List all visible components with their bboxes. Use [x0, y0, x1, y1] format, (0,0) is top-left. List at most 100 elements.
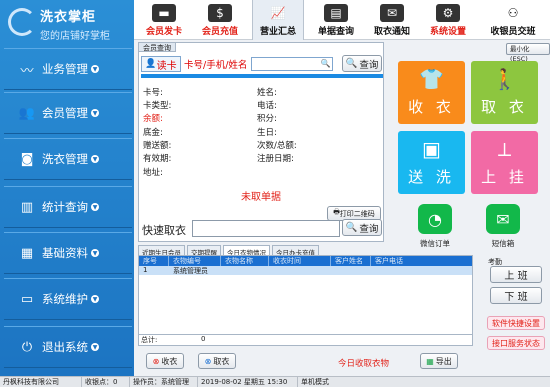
total-label: 总计:: [141, 336, 158, 344]
chevron-down-icon: ▼: [91, 65, 99, 73]
status-bar: 丹枫科技有限公司 收银点：0 操作员：系统管理员 2019-08-02 星期五 …: [0, 376, 550, 387]
export-icon: ▦: [426, 356, 434, 366]
member-search-input[interactable]: 🔍: [251, 57, 334, 71]
table-cell: 系统管理员: [173, 267, 208, 275]
user-icon: 👤: [145, 59, 157, 69]
clock-out-button[interactable]: 下 班: [490, 287, 542, 304]
panel-tab[interactable]: 会员查询: [139, 43, 176, 52]
sms-icon: ✉: [486, 204, 520, 234]
status-received: 收银点：0: [82, 376, 130, 387]
tab-due-reminder[interactable]: 交期提醒: [187, 245, 221, 257]
toolbar-cashier-handover-button[interactable]: ⚇ 收银员交班: [480, 0, 546, 40]
chevron-down-icon: ▼: [91, 343, 99, 351]
interface-service-status-link[interactable]: 接口服务状态: [487, 336, 545, 350]
read-card-button[interactable]: 👤 读卡: [141, 56, 181, 72]
sidebar-item-basic-data[interactable]: ▦ 基础资料 ▼: [4, 232, 132, 274]
member-query-button[interactable]: 🔍 查询: [342, 55, 382, 72]
column-header[interactable]: 衣物编号: [169, 256, 221, 266]
total-value: 0: [201, 335, 206, 343]
sidebar-item-business[interactable]: 〰 业务管理 ▼: [4, 48, 132, 90]
toolbar-receipt-query-button[interactable]: ▤ 单据查询: [310, 0, 362, 40]
trend-chart-icon: 〰: [20, 63, 34, 79]
column-header[interactable]: 衣物名称: [221, 256, 269, 266]
sidebar-item-label: 退出系统: [42, 340, 88, 354]
tab-recent-birthdays[interactable]: 近期生日会员: [138, 245, 185, 257]
field-base-amount: 底金:: [143, 128, 163, 138]
washing-machine-icon: ◙: [20, 151, 34, 167]
tile-label: 取 衣: [481, 98, 528, 116]
toolbar-settings-button[interactable]: ⚙ 系统设置: [422, 0, 474, 40]
quick-pickup-label: 快速取衣: [142, 224, 186, 237]
document-search-icon: ▤: [324, 4, 348, 22]
sidebar-item-washing[interactable]: ◙ 洗衣管理 ▼: [4, 138, 132, 180]
tab-today-cards-recharge[interactable]: 今日办卡充值: [272, 245, 319, 257]
table-total-row: 总计: 0: [139, 334, 472, 344]
card-icon: ▬: [152, 4, 176, 22]
pickup-clothes-button[interactable]: ⊗ 取衣: [198, 353, 236, 369]
status-operator: 操作员：系统管理员: [130, 376, 198, 387]
sidebar-item-label: 洗衣管理: [42, 152, 88, 166]
app-title: 洗衣掌柜: [40, 10, 97, 25]
receive-icon: ⊗: [152, 356, 160, 366]
quick-pickup-input[interactable]: [192, 220, 340, 237]
sms-box-button[interactable]: ✉ 短信箱: [480, 204, 526, 249]
receive-clothes-button[interactable]: ⊗ 收衣: [146, 353, 184, 369]
toolbar-summary-button[interactable]: 📈 营业汇总: [252, 0, 304, 40]
sidebar-item-statistics[interactable]: ▥ 统计查询 ▼: [4, 186, 132, 228]
software-shortcut-settings-link[interactable]: 软件快捷设置: [487, 316, 545, 330]
pickup-person-icon: 🚶: [492, 67, 517, 91]
power-icon: ⏻: [21, 339, 33, 355]
sidebar-item-maintenance[interactable]: ▭ 系统维护 ▼: [4, 278, 132, 320]
line-chart-icon: 📈: [270, 6, 286, 20]
clothes-icon: 👕: [419, 67, 444, 91]
tile-pickup-clothes[interactable]: 🚶 取 衣: [471, 61, 538, 124]
sidebar-item-label: 系统维护: [42, 292, 88, 306]
print-qr-label: 打印二维码: [339, 209, 375, 218]
sidebar-item-members[interactable]: 👥 会员管理 ▼: [4, 92, 132, 134]
toolbar-label: 收银员交班: [490, 27, 536, 37]
pickup-icon: ⊗: [204, 356, 212, 366]
tile-hang-up[interactable]: ⟂ 上 挂: [471, 131, 538, 194]
bottom-actions: ⊗ 收衣 ⊗ 取衣 今日收取衣物 ▦ 导出: [138, 350, 470, 372]
search-icon: 🔍: [345, 58, 358, 69]
bar-chart-icon: ▥: [20, 199, 34, 215]
tab-today-clothes[interactable]: 今日衣物情况: [223, 245, 270, 257]
read-card-label: 读卡: [156, 60, 177, 72]
query-label: 查询: [359, 223, 379, 235]
search-icon: 🔍: [345, 222, 358, 233]
toolbar-label: 营业汇总: [259, 27, 296, 37]
top-toolbar: ▬ 会员发卡 $ 会员充值 📈 营业汇总 ▤ 单据查询 ✉ 取衣通知 ⚙ 系统设…: [134, 0, 550, 40]
tile-label: 上 挂: [481, 168, 528, 186]
tile-receive-clothes[interactable]: 👕 收 衣: [398, 61, 465, 124]
column-header[interactable]: 收衣时间: [269, 256, 331, 266]
pickup-label: 取衣: [213, 356, 230, 366]
column-header[interactable]: 客户电话: [371, 256, 471, 266]
toolbar-issue-card-button[interactable]: ▬ 会员发卡: [138, 0, 190, 40]
chevron-down-icon: ▼: [91, 295, 99, 303]
chevron-down-icon: ▼: [91, 109, 99, 117]
column-header[interactable]: 序号: [139, 256, 169, 266]
wechat-icon: ◔: [418, 204, 452, 234]
quick-pickup-query-button[interactable]: 🔍 查询: [342, 219, 382, 236]
clock-in-button[interactable]: 上 班: [490, 266, 542, 283]
column-header[interactable]: 客户姓名: [331, 256, 371, 266]
app-subtitle: 您的店铺好掌柜: [40, 31, 110, 42]
field-balance: 余额:: [143, 114, 163, 124]
table-row[interactable]: 1 系统管理员: [139, 266, 472, 275]
toolbar-pickup-notice-button[interactable]: ✉ 取衣通知: [366, 0, 418, 40]
field-phone: 电话:: [257, 101, 277, 111]
chevron-down-icon: ▼: [91, 155, 99, 163]
settings-icon: ⚙: [436, 4, 460, 22]
toolbar-recharge-button[interactable]: $ 会员充值: [194, 0, 246, 40]
minimize-button[interactable]: 最小化(ESC): [506, 43, 550, 63]
field-card-type: 卡类型:: [143, 101, 172, 111]
query-label: 查询: [359, 59, 379, 71]
sidebar-item-exit[interactable]: ⏻ 退出系统 ▼: [4, 326, 132, 368]
field-points: 积分:: [257, 114, 277, 124]
toolbar-label: 会员充值: [201, 27, 238, 37]
wechat-orders-button[interactable]: ◔ 微信订单: [412, 204, 458, 249]
toolbar-label: 单据查询: [317, 27, 354, 37]
export-button[interactable]: ▦ 导出: [420, 353, 458, 369]
tile-send-wash[interactable]: ▣ 送 洗: [398, 131, 465, 194]
toolbar-label: 取衣通知: [373, 27, 410, 37]
